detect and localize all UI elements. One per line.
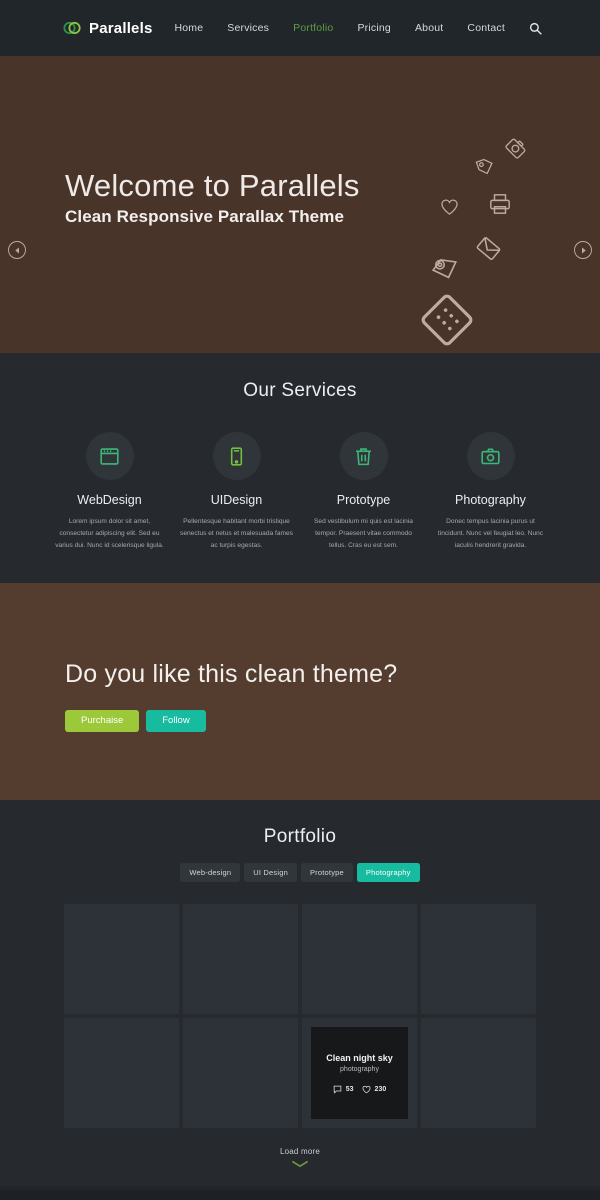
main-nav: Home Services Portfolio Pricing About Co…: [174, 22, 542, 35]
service-desc: Sed vestibulum mi quis est lacinia tempo…: [314, 518, 413, 550]
portfolio-tile[interactable]: [183, 1017, 298, 1129]
service-desc: Donec tempus lacinia purus ut tincidunt.…: [437, 518, 544, 550]
purchase-button[interactable]: Purchaise: [65, 709, 140, 732]
hero-text-block: Welcome to Parallels Clean Responsive Pa…: [65, 168, 360, 227]
nav-item-pricing[interactable]: Pricing: [357, 22, 391, 34]
services-title: Our Services: [243, 380, 357, 401]
filter-web-design[interactable]: Web-design: [180, 862, 241, 882]
cta-section: Do you like this clean theme? Purchaise …: [0, 582, 600, 800]
service-desc: Lorem ipsum dolor sit amet, consectetur …: [55, 518, 164, 550]
comment-icon: [333, 1085, 341, 1094]
tag-icon: [475, 158, 493, 175]
search-icon[interactable]: [529, 22, 542, 35]
landing-page: Parallels Home Services Portfolio Pricin…: [0, 0, 600, 1200]
portfolio-tile[interactable]: [183, 903, 298, 1014]
footer-bar: [0, 1190, 600, 1200]
service-desc: Pellentesque habitant morbi tristique se…: [180, 518, 293, 550]
nav-item-portfolio[interactable]: Portfolio: [293, 22, 333, 34]
nav-item-contact[interactable]: Contact: [467, 22, 505, 34]
comment-stat: 53: [333, 1085, 354, 1094]
cta-buttons: Purchaise Follow: [65, 709, 206, 732]
service-card-prototype[interactable]: Prototype Sed vestibulum mi quis est lac…: [300, 432, 427, 553]
hero-next-button[interactable]: [574, 241, 592, 259]
service-name: UIDesign: [210, 493, 263, 507]
service-name: Prototype: [336, 493, 391, 507]
grid-diamond-icon: [421, 294, 473, 346]
filter-ui-design[interactable]: UI Design: [244, 862, 297, 882]
hero-prev-button[interactable]: [8, 241, 26, 259]
site-header: Parallels Home Services Portfolio Pricin…: [0, 0, 600, 56]
service-name: WebDesign: [77, 493, 142, 507]
service-card-uidesign[interactable]: UIDesign Pellentesque habitant morbi tri…: [173, 432, 300, 553]
camera-icon: [505, 138, 526, 159]
like-stat: 230: [362, 1085, 387, 1094]
printer-icon: [490, 194, 510, 214]
mobile-phone-icon: [230, 446, 243, 466]
portfolio-tile-overlay: Clean night sky photography 53 230: [311, 1026, 408, 1120]
service-icon-wrap: [85, 432, 134, 480]
portfolio-tile[interactable]: [64, 1017, 179, 1129]
portfolio-tile[interactable]: [302, 903, 417, 1014]
hero-section: Welcome to Parallels Clean Responsive Pa…: [0, 56, 600, 353]
hero-subtitle: Clean Responsive Parallax Theme: [65, 206, 345, 226]
service-card-webdesign[interactable]: WebDesign Lorem ipsum dolor sit amet, co…: [46, 432, 173, 553]
browser-window-icon: [100, 447, 119, 465]
portfolio-grid: Clean night sky photography 53 230: [0, 903, 600, 1129]
like-count: 230: [374, 1085, 387, 1093]
service-icon-wrap: [339, 432, 388, 480]
arrow-left-circle-icon: [14, 247, 19, 253]
location-pin-photo-icon: [431, 258, 457, 279]
services-section: Our Services WebDesign Lorem ipsum dolor…: [0, 353, 600, 583]
nav-item-services[interactable]: Services: [227, 22, 269, 34]
comment-count: 53: [345, 1085, 354, 1093]
envelope-icon: [476, 237, 501, 260]
nav-item-home[interactable]: Home: [174, 22, 203, 34]
portfolio-tile-featured[interactable]: Clean night sky photography 53 230: [302, 1017, 417, 1129]
heart-icon: [441, 199, 458, 215]
filter-photography[interactable]: Photography: [356, 862, 420, 882]
cta-title: Do you like this clean theme?: [65, 659, 398, 688]
follow-button[interactable]: Follow: [146, 709, 206, 732]
portfolio-title: Portfolio: [263, 825, 337, 847]
load-more-label: Load more: [279, 1147, 321, 1157]
portfolio-item-category: photography: [340, 1065, 379, 1073]
portfolio-section: Portfolio Web-design UI Design Prototype…: [0, 799, 600, 1187]
portfolio-tile[interactable]: [421, 903, 536, 1014]
load-more-button[interactable]: Load more: [0, 1147, 600, 1186]
logo-text: Parallels: [89, 19, 153, 37]
trash-bin-icon: [356, 447, 371, 465]
arrow-right-circle-icon: [581, 247, 586, 253]
portfolio-filters: Web-design UI Design Prototype Photograp…: [0, 862, 600, 882]
service-icon-wrap: [466, 432, 515, 480]
portfolio-item-stats: 53 230: [333, 1085, 386, 1094]
portfolio-tile[interactable]: [64, 903, 179, 1014]
service-card-photography[interactable]: Photography Donec tempus lacinia purus u…: [427, 432, 554, 553]
portfolio-item-title: Clean night sky: [326, 1052, 393, 1063]
portfolio-tile[interactable]: [421, 1017, 536, 1129]
services-list: WebDesign Lorem ipsum dolor sit amet, co…: [0, 432, 600, 553]
nav-item-about[interactable]: About: [415, 22, 443, 34]
logo[interactable]: Parallels: [62, 18, 153, 38]
hero-title: Welcome to Parallels: [65, 168, 360, 203]
sun-icon: [340, 352, 436, 353]
camera-icon: [481, 447, 500, 464]
parallels-rings-icon: [63, 21, 81, 35]
service-name: Photography: [455, 493, 526, 507]
chevron-down-icon: [292, 1161, 308, 1168]
filter-prototype[interactable]: Prototype: [300, 862, 353, 882]
heart-icon: [362, 1085, 370, 1093]
service-icon-wrap: [212, 432, 261, 480]
